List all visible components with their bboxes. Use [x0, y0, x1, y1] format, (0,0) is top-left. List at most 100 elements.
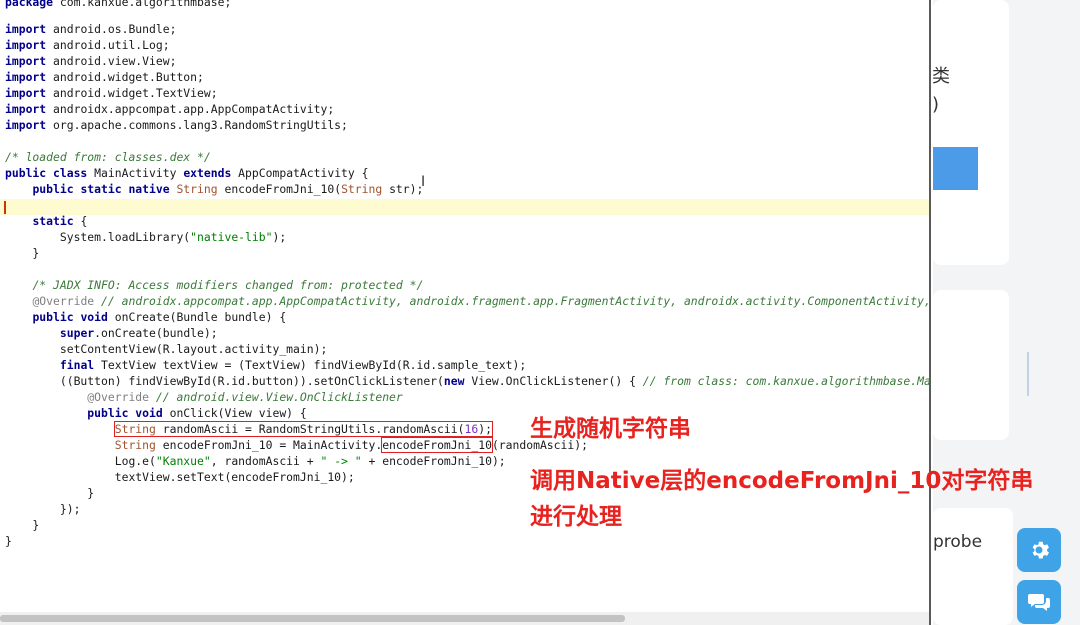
- code-token: });: [5, 502, 81, 516]
- code-token: AppCompatActivity {: [231, 166, 369, 180]
- code-token: android.util.Log;: [46, 38, 170, 52]
- settings-float-button[interactable]: [1017, 528, 1061, 572]
- background-card-top: [933, 0, 1009, 265]
- code-line: }: [5, 533, 12, 549]
- code-line: String randomAscii = RandomStringUtils.r…: [5, 421, 493, 437]
- code-token: 16: [464, 422, 479, 436]
- code-token: import: [5, 70, 47, 84]
- code-token: String: [341, 182, 383, 196]
- background-card-middle: [933, 290, 1009, 440]
- code-line: System.loadLibrary("native-lib");: [5, 229, 286, 245]
- code-line: }: [5, 517, 39, 533]
- code-token: android.view.View;: [46, 54, 177, 68]
- code-token: onCreate(Bundle bundle) {: [107, 310, 287, 324]
- code-token: import: [5, 22, 47, 36]
- code-token: .onCreate(bundle);: [94, 326, 218, 340]
- chat-icon: [1028, 594, 1050, 611]
- code-token: android.widget.Button;: [46, 70, 204, 84]
- code-token: encodeFromJni_10 = MainActivity.: [155, 438, 383, 452]
- code-token: );: [272, 230, 287, 244]
- annotation-native-call-line1: 调用Native层的encodeFromJni_10对字符串: [530, 468, 1034, 494]
- code-token: // android.view.View.OnClickListener: [155, 390, 403, 404]
- code-token: System.loadLibrary(: [5, 230, 191, 244]
- code-token: View.OnClickListener() {: [464, 374, 643, 388]
- code-token: @Override: [32, 294, 95, 308]
- code-token: import: [5, 118, 47, 132]
- code-token: , randomAscii +: [210, 454, 321, 468]
- code-token: public void: [32, 310, 108, 324]
- code-token: + encodeFromJni_10);: [361, 454, 506, 468]
- code-token: android.os.Bundle;: [46, 22, 177, 36]
- code-editor[interactable]: package com.kanxue.algorithmbase; import …: [0, 0, 931, 625]
- highlight-box: String randomAscii = RandomStringUtils.r…: [113, 421, 493, 437]
- code-token: import: [5, 102, 47, 116]
- code-token: org.apache.commons.lang3.RandomStringUti…: [46, 118, 348, 132]
- scrollbar-thumb[interactable]: [0, 615, 625, 622]
- code-line: import android.view.View;: [5, 53, 176, 69]
- code-token: }: [5, 246, 40, 260]
- code-token: super: [59, 326, 95, 340]
- code-token: }: [5, 518, 40, 532]
- current-line-highlight: [0, 199, 929, 215]
- code-line: static {: [5, 213, 87, 229]
- code-token: str);: [382, 182, 424, 196]
- code-line: import android.os.Bundle;: [5, 21, 176, 37]
- code-token: import: [5, 54, 47, 68]
- annotation-random-string: 生成随机字符串: [530, 416, 691, 442]
- code-token: TextView textView = (TextView) findViewB…: [94, 358, 527, 372]
- code-line: String encodeFromJni_10 = MainActivity.e…: [5, 437, 588, 453]
- chat-float-button[interactable]: [1017, 580, 1061, 624]
- code-token: /* loaded from: classes.dex */: [5, 150, 211, 164]
- code-line: /* loaded from: classes.dex */: [5, 149, 211, 165]
- code-token: import: [5, 38, 47, 52]
- code-token: public void: [87, 406, 163, 420]
- code-line: }: [5, 245, 39, 261]
- code-token: "Kanxue": [155, 454, 211, 468]
- code-line: textView.setText(encodeFromJni_10);: [5, 469, 355, 485]
- background-blue-button[interactable]: [933, 147, 978, 190]
- code-line: public void onClick(View view) {: [5, 405, 307, 421]
- code-token: Log.e(: [5, 454, 156, 468]
- code-line: final TextView textView = (TextView) fin…: [5, 357, 526, 373]
- code-token: /* JADX INFO: Access modifiers changed f…: [32, 278, 424, 292]
- code-token: com.kanxue.algorithmbase;: [53, 0, 232, 9]
- code-line: public static native String encodeFromJn…: [5, 181, 423, 197]
- code-token: encodeFromJni_10: [382, 438, 492, 452]
- code-token: );: [478, 422, 492, 436]
- code-line: package com.kanxue.algorithmbase;: [5, 0, 231, 10]
- code-token: new: [443, 374, 465, 388]
- horizontal-scrollbar[interactable]: [0, 612, 929, 625]
- code-token: String: [114, 438, 156, 452]
- code-token: import: [5, 86, 47, 100]
- code-line: import androidx.appcompat.app.AppCompatA…: [5, 101, 334, 117]
- code-token: static: [32, 214, 74, 228]
- code-token: androidx.appcompat.app.AppCompatActivity…: [46, 102, 335, 116]
- annotation-native-call-line2: 进行处理: [530, 504, 622, 530]
- background-card-bottom: [933, 508, 1013, 625]
- code-line: import android.util.Log;: [5, 37, 170, 53]
- code-token: {: [73, 214, 88, 228]
- code-token: public static native: [32, 182, 170, 196]
- code-token: @Override: [87, 390, 150, 404]
- code-token: }: [5, 486, 95, 500]
- code-token: " -> ": [320, 454, 362, 468]
- code-token: // androidx.appcompat.app.AppCompatActiv…: [101, 294, 931, 308]
- code-line: import org.apache.commons.lang3.RandomSt…: [5, 117, 348, 133]
- code-token: }: [5, 534, 12, 548]
- code-line: public class MainActivity extends AppCom…: [5, 165, 368, 181]
- code-token: onClick(View view) {: [162, 406, 307, 420]
- code-token: encodeFromJni_10(: [217, 182, 342, 196]
- code-line: Log.e("Kanxue", randomAscii + " -> " + e…: [5, 453, 506, 469]
- code-line: }: [5, 485, 94, 501]
- code-token: public class: [5, 166, 88, 180]
- code-line: /* JADX INFO: Access modifiers changed f…: [5, 277, 423, 293]
